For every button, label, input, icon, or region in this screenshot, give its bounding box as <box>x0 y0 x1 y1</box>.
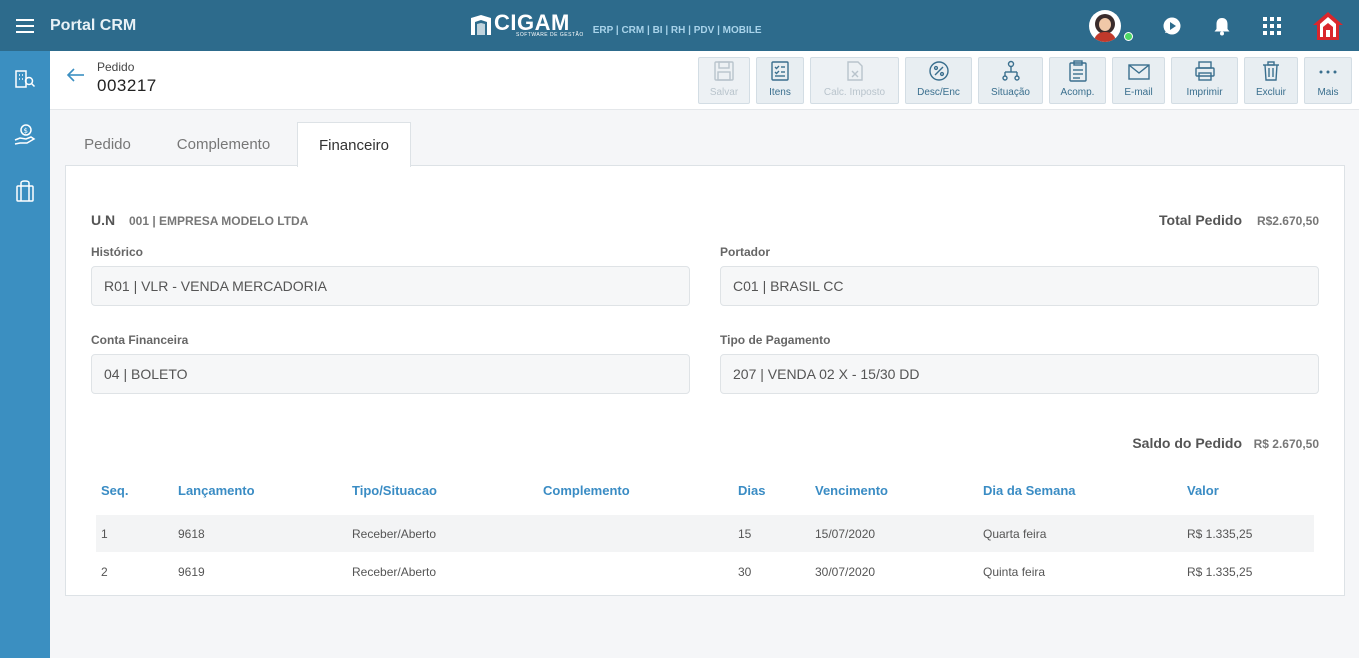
un-value: 001 | EMPRESA MODELO LTDA <box>129 214 309 228</box>
tab-financeiro[interactable]: Financeiro <box>297 122 411 167</box>
table-row[interactable]: 1 9618 Receber/Aberto 15 15/07/2020 Quar… <box>96 515 1314 552</box>
checklist-icon <box>771 61 789 81</box>
order-header: Pedido 003217 Salvar Itens Calc. Imposto… <box>50 51 1359 110</box>
col-header-lancamento[interactable]: Lançamento <box>178 483 255 498</box>
col-header-dia-semana[interactable]: Dia da Semana <box>983 483 1076 498</box>
svg-text:$: $ <box>24 127 28 135</box>
sidebar-item-finance[interactable]: $ <box>0 107 50 163</box>
printer-icon <box>1194 61 1215 81</box>
apps-grid-icon[interactable] <box>1247 0 1297 51</box>
hand-money-icon: $ <box>14 124 36 145</box>
brand-modules: ERP | CRM | BI | RH | PDV | MOBILE <box>592 25 762 36</box>
avatar[interactable] <box>1089 9 1121 42</box>
print-button[interactable]: Imprimir <box>1171 57 1238 104</box>
tab-pedido[interactable]: Pedido <box>66 122 149 166</box>
back-arrow-icon[interactable] <box>66 65 86 85</box>
bell-icon[interactable] <box>1197 0 1247 51</box>
discount-button[interactable]: Desc/Enc <box>905 57 972 104</box>
col-header-tipo[interactable]: Tipo/Situacao <box>352 483 437 498</box>
portador-label: Portador <box>720 245 771 259</box>
saldo-value: R$ 2.670,50 <box>1253 437 1319 451</box>
conta-field[interactable]: 04 | BOLETO <box>91 354 690 394</box>
historico-field[interactable]: R01 | VLR - VENDA MERCADORIA <box>91 266 690 306</box>
home-icon[interactable] <box>1297 0 1359 51</box>
financial-panel: U.N 001 | EMPRESA MODELO LTDA Total Pedi… <box>65 165 1345 596</box>
tipo-pagamento-field[interactable]: 207 | VENDA 02 X - 15/30 DD <box>720 354 1319 394</box>
situation-button[interactable]: Situação <box>978 57 1043 104</box>
toolbar: Salvar Itens Calc. Imposto Desc/Enc Situ… <box>698 57 1352 104</box>
col-header-complemento[interactable]: Complemento <box>543 483 630 498</box>
document-calc-icon <box>846 61 863 81</box>
table-row[interactable]: 2 9619 Receber/Aberto 30 30/07/2020 Quin… <box>96 553 1314 590</box>
email-button[interactable]: E-mail <box>1112 57 1165 104</box>
more-button[interactable]: Mais <box>1304 57 1352 104</box>
historico-label: Histórico <box>91 245 144 259</box>
portador-field[interactable]: C01 | BRASIL CC <box>720 266 1319 306</box>
trash-icon <box>1263 61 1279 81</box>
building-search-icon <box>15 70 36 88</box>
conta-label: Conta Financeira <box>91 333 189 347</box>
online-status-indicator <box>1124 32 1133 41</box>
floppy-icon <box>714 61 734 81</box>
brand-logo: CIGAM SOFTWARE DE GESTÃO ERP | CRM | BI … <box>470 12 762 38</box>
shopping-bag-icon <box>16 180 34 202</box>
sidebar-item-orders[interactable] <box>0 163 50 219</box>
flow-icon <box>1001 60 1020 81</box>
cigam-logo-icon <box>471 15 491 35</box>
total-value: R$2.670,50 <box>1256 214 1319 228</box>
chat-icon[interactable] <box>1147 0 1197 51</box>
follow-up-button[interactable]: Acomp. <box>1049 57 1106 104</box>
order-number: 003217 <box>97 76 157 95</box>
col-header-valor[interactable]: Valor <box>1187 483 1219 498</box>
col-header-vencimento[interactable]: Vencimento <box>815 483 888 498</box>
tipo-pagamento-label: Tipo de Pagamento <box>720 333 831 347</box>
menu-icon[interactable] <box>0 0 50 51</box>
col-header-dias[interactable]: Dias <box>738 483 765 498</box>
order-label: Pedido <box>97 60 135 74</box>
total-label: Total Pedido <box>1159 212 1242 228</box>
col-header-seq[interactable]: Seq. <box>101 483 128 498</box>
saldo-label: Saldo do Pedido <box>1132 435 1242 451</box>
brand-name: CIGAM <box>494 10 570 35</box>
more-dots-icon <box>1319 70 1337 74</box>
delete-button[interactable]: Excluir <box>1244 57 1298 104</box>
calc-tax-button[interactable]: Calc. Imposto <box>810 57 899 104</box>
app-title: Portal CRM <box>50 16 137 34</box>
sidebar: $ <box>0 51 50 658</box>
envelope-icon <box>1127 64 1150 80</box>
sidebar-item-customers[interactable] <box>0 51 50 107</box>
items-button[interactable]: Itens <box>756 57 804 104</box>
brand-subtitle: SOFTWARE DE GESTÃO <box>516 32 584 38</box>
clipboard-icon <box>1068 60 1087 82</box>
percent-icon <box>928 61 949 81</box>
top-bar: Portal CRM CIGAM SOFTWARE DE GESTÃO ERP … <box>0 0 1359 51</box>
un-label: U.N <box>91 212 116 228</box>
tab-complemento[interactable]: Complemento <box>157 122 290 166</box>
save-button[interactable]: Salvar <box>698 57 750 104</box>
